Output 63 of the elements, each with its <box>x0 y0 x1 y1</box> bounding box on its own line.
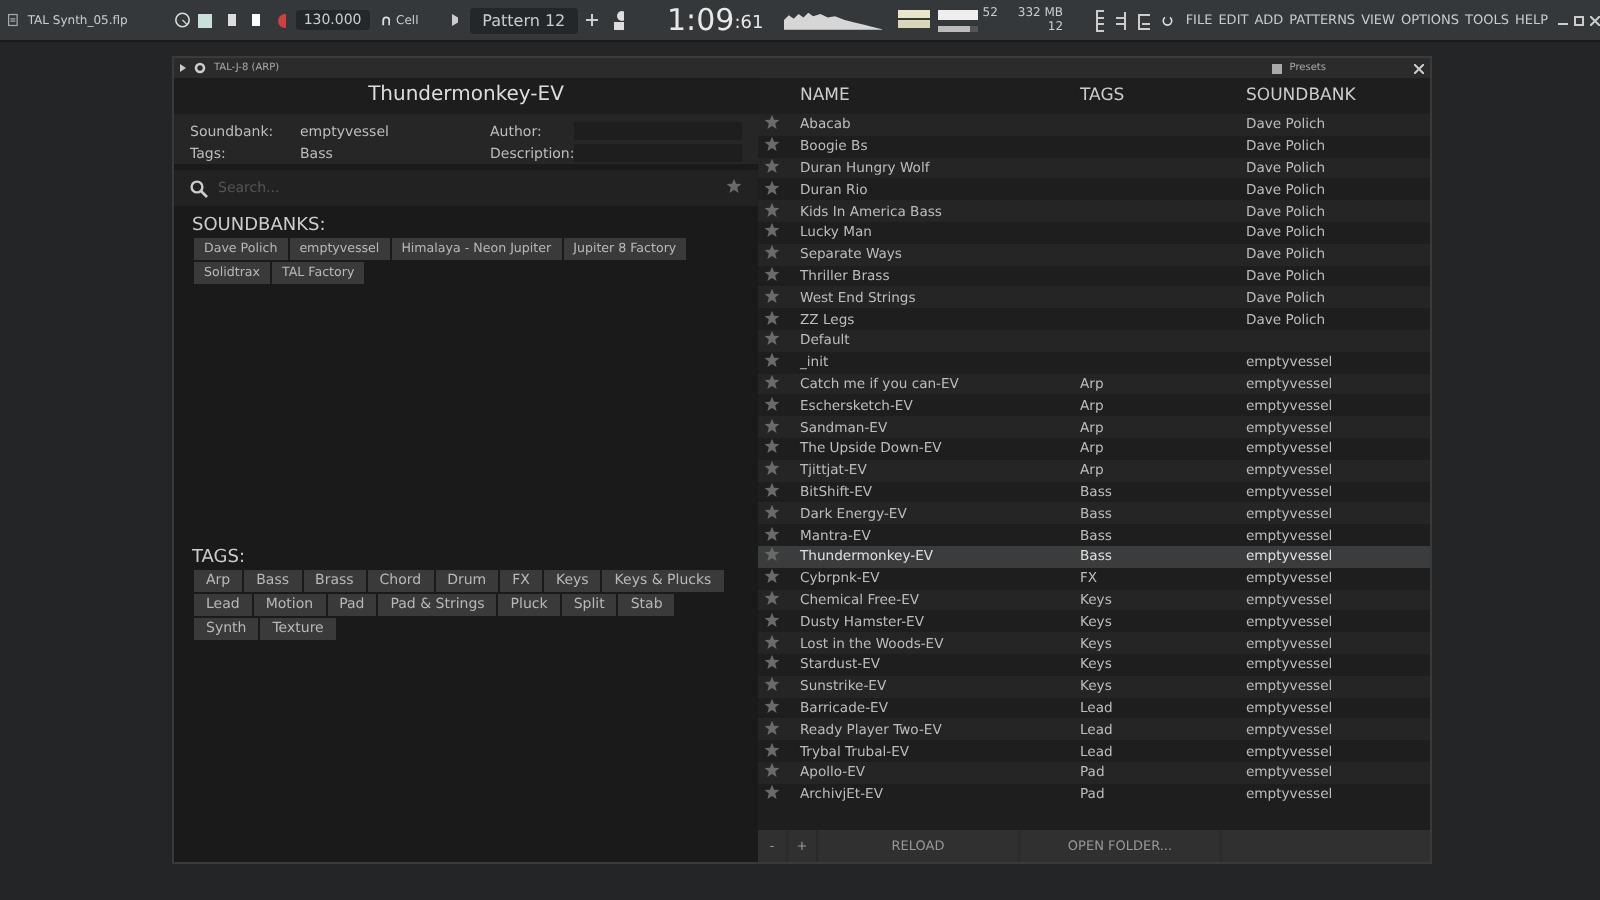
piano-roll-icon[interactable] <box>1138 11 1151 29</box>
star-icon[interactable] <box>764 157 780 174</box>
star-icon[interactable] <box>764 503 780 520</box>
column-header[interactable]: NAME <box>800 86 1080 106</box>
search-icon <box>190 179 208 197</box>
star-icon[interactable] <box>764 719 780 736</box>
star-icon[interactable] <box>764 762 780 779</box>
close-icon[interactable] <box>1414 63 1424 73</box>
star-icon[interactable] <box>764 611 780 628</box>
arrow-icon[interactable] <box>452 14 459 26</box>
person-icon[interactable] <box>613 10 623 30</box>
maximize-icon[interactable] <box>1574 15 1584 25</box>
song-time: 1:09 <box>667 2 735 38</box>
channel-rack-icon[interactable] <box>1115 11 1127 29</box>
play-icon[interactable] <box>251 14 260 26</box>
star-icon[interactable] <box>764 309 780 326</box>
star-icon[interactable] <box>764 373 780 390</box>
refresh-icon[interactable] <box>1162 11 1174 29</box>
pattern-selector[interactable]: Pattern 12 <box>470 7 578 33</box>
mixer-icon[interactable] <box>1095 9 1104 31</box>
section-heading: TAGS: <box>190 546 248 568</box>
star-icon[interactable] <box>764 265 780 282</box>
close-icon[interactable] <box>1590 15 1600 25</box>
column-header[interactable]: SOUNDBANK <box>1246 86 1430 106</box>
star-icon[interactable] <box>764 179 780 196</box>
star-icon[interactable] <box>764 438 780 455</box>
star-icon[interactable] <box>764 222 780 239</box>
star-icon[interactable] <box>764 741 780 757</box>
star-icon[interactable] <box>764 633 780 650</box>
star-icon[interactable] <box>764 460 780 477</box>
star-icon[interactable] <box>764 676 780 693</box>
star-icon[interactable] <box>764 525 780 542</box>
star-icon[interactable] <box>764 784 780 801</box>
magnet-icon[interactable] <box>381 13 391 27</box>
song-time-fraction: :61 <box>734 14 764 34</box>
record-icon[interactable] <box>277 13 286 27</box>
add-icon[interactable] <box>585 14 598 26</box>
star-icon[interactable] <box>764 589 780 606</box>
star-icon[interactable] <box>764 352 780 369</box>
star-icon[interactable] <box>764 654 780 671</box>
star-icon[interactable] <box>764 244 780 261</box>
star-icon[interactable] <box>764 114 780 131</box>
star-icon[interactable] <box>764 568 780 585</box>
star-icon[interactable] <box>764 546 780 563</box>
column-header[interactable]: TAGS <box>1080 86 1246 106</box>
section-heading: SOUNDBANKS: <box>190 214 328 236</box>
volume-slider[interactable] <box>938 25 979 31</box>
star-icon[interactable] <box>764 201 780 218</box>
level-bar <box>938 9 979 19</box>
gear-icon[interactable] <box>194 62 206 74</box>
star-icon[interactable] <box>764 697 780 714</box>
star-icon[interactable] <box>764 136 780 153</box>
star-icon[interactable] <box>764 287 780 304</box>
preset-menu-icon[interactable] <box>1271 63 1282 73</box>
star-icon[interactable] <box>764 330 780 347</box>
star-icon[interactable] <box>764 417 780 434</box>
star-icon[interactable] <box>726 178 742 194</box>
level-meter-drawing <box>898 10 931 30</box>
preset-title: Thundermonkey-EV <box>174 78 758 114</box>
star-icon[interactable] <box>764 481 780 498</box>
arrow-icon[interactable] <box>180 64 186 72</box>
star-icon[interactable] <box>764 395 780 412</box>
file-icon[interactable] <box>8 10 18 30</box>
